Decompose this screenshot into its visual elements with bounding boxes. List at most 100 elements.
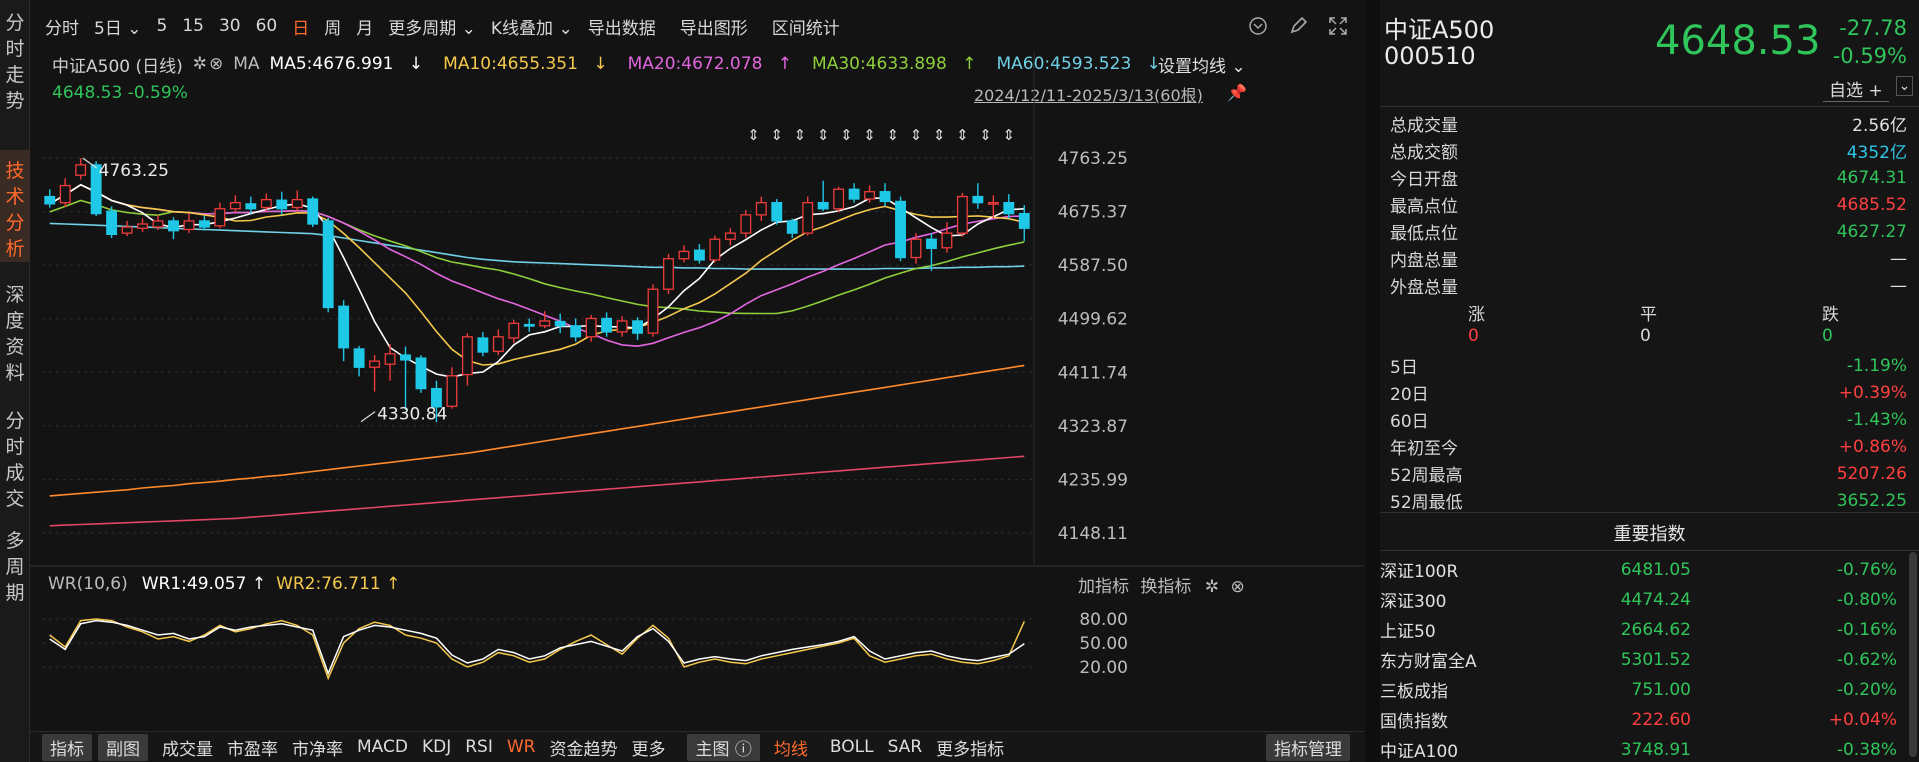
stat-value: 4352亿 — [1846, 143, 1907, 163]
stat-value: +0.86% — [1838, 436, 1907, 457]
indicator-pb[interactable]: 市净率 — [292, 735, 343, 760]
nav-item-fenshi[interactable]: 分时走势 — [0, 0, 30, 150]
candle-body — [137, 223, 148, 229]
nav-item-jishu[interactable]: 技术分析 — [0, 150, 30, 262]
price-change: -27.78 — [1839, 16, 1907, 40]
wr2-value: WR2:76.711 ↑ — [276, 574, 401, 594]
overlay-boll[interactable]: BOLL — [830, 737, 874, 757]
updown-header: 平 — [1640, 305, 1657, 325]
nav-char: 多 — [5, 530, 25, 552]
help-icon: ⓘ — [729, 739, 752, 760]
add-indicator-button[interactable]: 加指标 — [1078, 577, 1129, 597]
arrow-up-icon: ↑ — [251, 574, 267, 594]
nav-char: 分 — [5, 12, 25, 34]
index-row[interactable]: 中证A100 3748.91 -0.38% — [1380, 736, 1919, 762]
candle-body — [941, 232, 953, 249]
event-marker-icon: ⇕ — [886, 126, 899, 144]
stat-label: 总成交额 — [1390, 143, 1458, 163]
indicator-more[interactable]: 更多 — [631, 735, 665, 760]
splitter[interactable] — [1366, 0, 1380, 762]
candle-body — [400, 354, 411, 361]
indicator-kdj[interactable]: KDJ — [422, 737, 451, 757]
indicator-macd[interactable]: MACD — [357, 737, 408, 757]
stat-value: 4627.27 — [1836, 221, 1907, 242]
y-tick-label: 4675.37 — [1058, 203, 1128, 223]
stat-label: 年初至今 — [1390, 439, 1458, 459]
stat-value: -1.43% — [1846, 409, 1907, 430]
overlay-ma[interactable]: 均线 — [774, 735, 808, 760]
indicator-volume[interactable]: 成交量 — [162, 735, 213, 760]
stat-row: 外盘总量 — — [1380, 272, 1919, 299]
candle-body — [415, 357, 427, 390]
index-price: 5301.52 — [1620, 649, 1691, 670]
wr1-line — [49, 619, 1025, 676]
event-marker-icon: ⇕ — [794, 126, 807, 144]
candle-body — [616, 320, 628, 333]
candle-body — [446, 375, 458, 407]
wr-tick-label: 80.00 — [1079, 610, 1128, 630]
nav-item-shendu[interactable]: 深度资料 — [0, 262, 30, 392]
ma30-line — [49, 199, 1025, 315]
perf-row: 年初至今 +0.86% — [1380, 433, 1919, 460]
y-tick-label: 4323.87 — [1058, 417, 1128, 437]
nav-item-fenshichengjiao[interactable]: 分时成交 — [0, 392, 30, 522]
candle-body — [152, 220, 164, 228]
index-row[interactable]: 东方财富全A 5301.52 -0.62% — [1380, 646, 1919, 673]
nav-char: 势 — [5, 90, 25, 112]
index-change: -0.20% — [1836, 679, 1897, 700]
event-marker-icon: ⇕ — [817, 126, 830, 144]
event-marker-icon: ⇕ — [840, 126, 853, 144]
candle-body — [338, 305, 350, 349]
subchart-tab[interactable]: 副图 — [98, 733, 148, 761]
indicator-manage-button[interactable]: 指标管理 — [1266, 733, 1350, 761]
close-icon[interactable]: ⊗ — [1230, 577, 1244, 597]
index-change: -0.80% — [1836, 589, 1897, 610]
perf-row: 5日 -1.19% — [1380, 352, 1919, 379]
stat-value: 2.56亿 — [1852, 116, 1907, 136]
stat-value: 4674.31 — [1836, 167, 1907, 188]
stat-label: 20日 — [1390, 385, 1429, 405]
indicator-pe[interactable]: 市盈率 — [227, 735, 278, 760]
indicator-fund-trend[interactable]: 资金趋势 — [549, 735, 617, 760]
annotation-leader — [360, 411, 376, 423]
candle-body — [229, 202, 241, 210]
candle-body — [956, 195, 968, 234]
arrow-up-icon: ↑ — [386, 574, 401, 594]
nav-item-duozhouqi[interactable]: 多周期 — [0, 522, 30, 622]
stat-label: 5日 — [1390, 358, 1418, 378]
candle-body — [260, 198, 272, 209]
stat-row: 今日开盘 4674.31 — [1380, 164, 1919, 191]
index-row[interactable]: 国债指数 222.60 +0.04% — [1380, 706, 1919, 733]
candle-body — [879, 191, 891, 203]
indicator-wr[interactable]: WR — [507, 737, 536, 757]
candle-body — [817, 202, 829, 210]
watchlist-button[interactable]: 自选 + — [1823, 76, 1889, 102]
index-row[interactable]: 深证300 4474.24 -0.80% — [1380, 586, 1919, 613]
candle-body — [802, 202, 814, 234]
candle-body — [198, 220, 210, 228]
watchlist-dropdown[interactable]: ⌄ — [1896, 76, 1913, 96]
ma120-line — [49, 364, 1025, 497]
index-name: 上证50 — [1380, 622, 1436, 642]
candle-body — [848, 188, 860, 200]
min-price-label: 4330.84 — [377, 405, 447, 425]
overlay-more[interactable]: 更多指标 — [936, 735, 1004, 760]
settings-gear-icon[interactable]: ✲ — [1205, 577, 1219, 597]
event-marker-icon: ⇕ — [863, 126, 876, 144]
index-row[interactable]: 三板成指 751.00 -0.20% — [1380, 676, 1919, 703]
index-row[interactable]: 深证100R 6481.05 -0.76% — [1380, 556, 1919, 583]
candle-body — [75, 164, 87, 176]
updown-value: 0 — [1640, 326, 1651, 346]
perf-row: 52周最低 3652.25 — [1380, 487, 1919, 514]
main-chart-tab[interactable]: 主图 ⓘ — [687, 733, 760, 761]
updown-header: 涨 — [1468, 305, 1485, 325]
stat-value: +0.39% — [1838, 382, 1907, 403]
swap-indicator-button[interactable]: 换指标 — [1140, 577, 1191, 597]
scrollbar[interactable] — [1909, 552, 1917, 757]
stat-value: 4685.52 — [1836, 194, 1907, 215]
index-section-title: 重要指数 — [1613, 524, 1686, 545]
overlay-sar[interactable]: SAR — [888, 737, 923, 757]
indicator-tab[interactable]: 指标 — [42, 733, 92, 761]
index-row[interactable]: 上证50 2664.62 -0.16% — [1380, 616, 1919, 643]
indicator-rsi[interactable]: RSI — [465, 737, 493, 757]
